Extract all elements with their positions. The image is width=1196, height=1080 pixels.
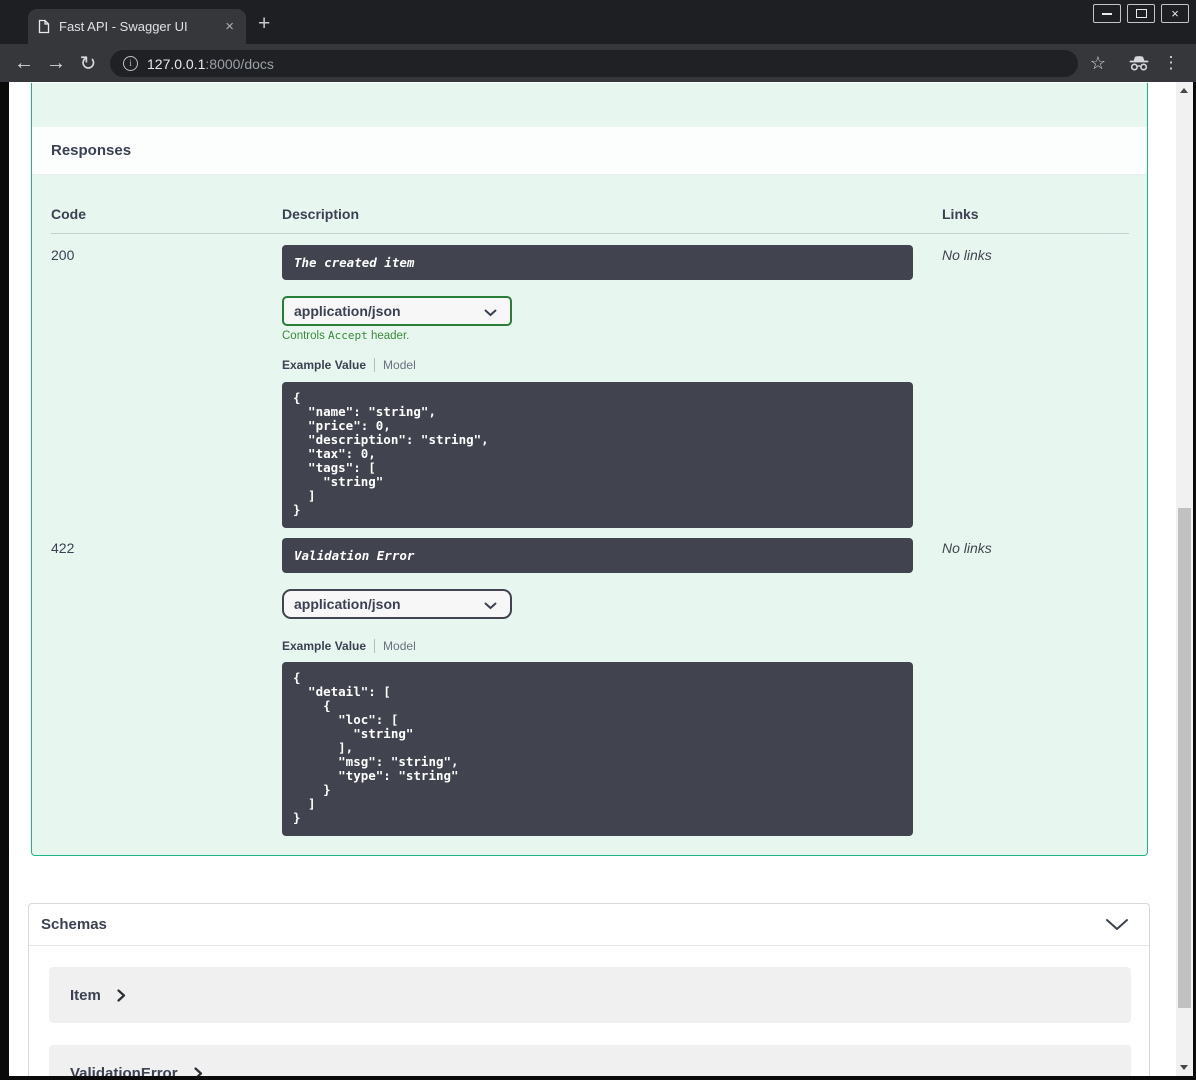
responses-table-header: Code Description Links [32, 206, 1147, 224]
browser-tab-strip: Fast API - Swagger UI × + × [0, 0, 1196, 44]
response-code: 200 [51, 247, 75, 263]
minimize-button[interactable] [1093, 4, 1121, 23]
schema-item-row[interactable]: Item [49, 967, 1131, 1023]
tab-model[interactable]: Model [383, 358, 416, 372]
reload-icon[interactable]: ↻ [72, 44, 104, 82]
schemas-section: Schemas Item ValidationError [28, 903, 1150, 1076]
tab-close-icon[interactable]: × [223, 19, 236, 34]
new-tab-button[interactable]: + [258, 12, 270, 36]
tab-separator [374, 639, 376, 653]
column-header-links: Links [942, 206, 979, 222]
url-bar[interactable]: i 127.0.0.1 :8000/docs [110, 50, 1078, 77]
tab-model[interactable]: Model [383, 639, 416, 653]
media-type-select[interactable]: application/json [282, 296, 512, 326]
chevron-right-icon [117, 988, 125, 1002]
response-description-box: The created item [282, 245, 913, 280]
minimize-icon [1102, 12, 1112, 15]
column-header-code: Code [51, 206, 86, 222]
forward-icon[interactable]: → [40, 44, 72, 82]
schema-name: ValidationError [70, 1064, 178, 1077]
schema-validationerror-row[interactable]: ValidationError [49, 1045, 1131, 1076]
example-json-422: { "detail": [ { "loc": [ "string" ], "ms… [282, 662, 913, 836]
bookmark-star-icon[interactable]: ☆ [1085, 44, 1111, 82]
schemas-title: Schemas [41, 916, 107, 933]
responses-header: Responses [32, 127, 1147, 175]
controls-accept-note: Controls Accept header. [282, 329, 410, 342]
schemas-header[interactable]: Schemas [29, 904, 1149, 946]
scroll-up-icon[interactable] [1180, 88, 1188, 93]
browser-window: Fast API - Swagger UI × + × ← → ↻ i 127.… [0, 0, 1196, 1080]
chevron-down-icon [484, 309, 497, 317]
scrollbar-thumb[interactable] [1178, 508, 1191, 1008]
response-links: No links [942, 247, 992, 263]
tab-example-value[interactable]: Example Value [282, 639, 366, 653]
swagger-page: Responses Code Description Links 200 The… [9, 82, 1176, 1076]
column-header-description: Description [282, 206, 360, 222]
tab-example-value[interactable]: Example Value [282, 358, 366, 372]
url-host: 127.0.0.1 [147, 55, 206, 72]
example-json-200: { "name": "string", "price": 0, "descrip… [282, 382, 913, 528]
response-description-box: Validation Error [282, 538, 913, 573]
tab-title: Fast API - Swagger UI [59, 19, 188, 34]
back-icon[interactable]: ← [8, 44, 40, 82]
page-scrollbar[interactable] [1176, 82, 1193, 1076]
tab-separator [374, 358, 376, 372]
example-model-tabs: Example Value Model [282, 638, 416, 654]
response-row-422: 422 Validation Error application/json Ex… [32, 532, 1147, 852]
browser-toolbar: ← → ↻ i 127.0.0.1 :8000/docs ☆ ⋮ [0, 44, 1196, 82]
maximize-icon [1135, 9, 1147, 18]
browser-menu-icon[interactable]: ⋮ [1158, 44, 1184, 82]
example-model-tabs: Example Value Model [282, 357, 416, 373]
maximize-button[interactable] [1127, 4, 1155, 23]
schema-name: Item [70, 986, 101, 1004]
opblock-responses-section: Responses Code Description Links 200 The… [31, 83, 1148, 856]
close-button[interactable]: × [1161, 4, 1189, 23]
chevron-down-icon[interactable] [1105, 918, 1129, 932]
response-row-200: 200 The created item application/json Co… [32, 240, 1147, 532]
browser-tab[interactable]: Fast API - Swagger UI × [28, 9, 246, 44]
table-divider [51, 233, 1129, 234]
scroll-down-icon[interactable] [1180, 1065, 1188, 1070]
window-controls: × [1093, 4, 1189, 23]
response-links: No links [942, 540, 992, 556]
chevron-down-icon [484, 602, 497, 610]
responses-title: Responses [51, 142, 132, 159]
response-code: 422 [51, 540, 75, 556]
page-icon [38, 19, 50, 34]
media-type-select[interactable]: application/json [282, 589, 512, 619]
chevron-right-icon [193, 1066, 202, 1076]
site-info-icon[interactable]: i [123, 56, 138, 71]
url-path: :8000/docs [205, 55, 274, 72]
incognito-icon [1126, 44, 1152, 82]
